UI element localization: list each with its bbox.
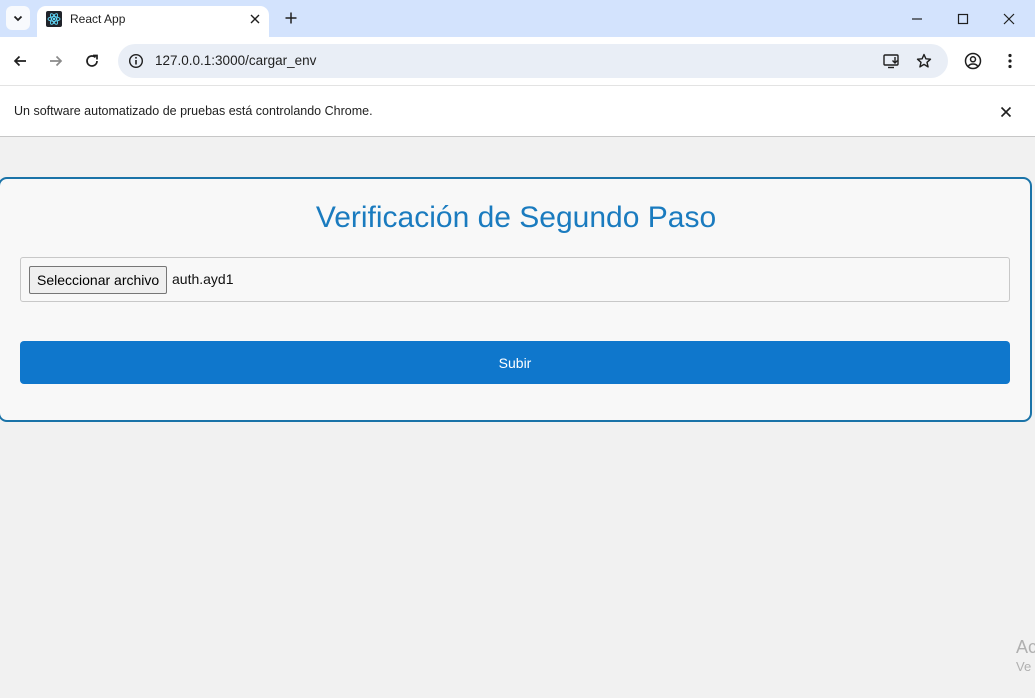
more-vertical-icon (1008, 53, 1012, 69)
site-info-button[interactable] (124, 49, 148, 73)
infobar-close-button[interactable] (996, 102, 1016, 122)
install-icon (883, 54, 899, 69)
minimize-icon (912, 17, 922, 20)
tab-title: React App (70, 12, 126, 26)
submit-button[interactable]: Subir (20, 341, 1010, 384)
file-input[interactable]: Seleccionar archivo auth.ayd1 (20, 257, 1010, 302)
menu-button[interactable] (996, 47, 1024, 75)
selected-file-name: auth.ayd1 (172, 271, 234, 287)
bookmark-button[interactable] (912, 49, 936, 73)
info-icon (128, 53, 144, 69)
verification-card: Verificación de Segundo Paso Seleccionar… (0, 177, 1032, 422)
maximize-icon (957, 13, 969, 24)
maximize-button[interactable] (940, 0, 986, 37)
close-icon (1000, 106, 1012, 118)
watermark-line-1: Ac (1016, 637, 1035, 657)
plus-icon (285, 12, 297, 24)
tab-strip: React App (0, 0, 1035, 37)
watermark-line-2: Ve (1016, 658, 1032, 674)
chevron-down-icon (13, 15, 23, 22)
install-app-button[interactable] (880, 49, 904, 73)
address-bar[interactable]: 127.0.0.1:3000/cargar_env (118, 44, 948, 78)
reload-icon (86, 54, 98, 67)
tab-search-button[interactable] (6, 6, 30, 30)
account-icon (964, 52, 982, 70)
arrow-left-icon (13, 55, 26, 67)
page-title: Verificación de Segundo Paso (315, 201, 717, 234)
windows-activation-watermark: Ac Ve (1016, 637, 1035, 674)
page-viewport: Verificación de Segundo Paso Seleccionar… (0, 137, 1035, 698)
reload-button[interactable] (78, 47, 106, 75)
tab-react-app[interactable]: React App (37, 6, 269, 37)
tab-close-button[interactable] (246, 10, 264, 28)
close-icon (1003, 13, 1015, 24)
minimize-button[interactable] (894, 0, 940, 37)
arrow-right-icon (50, 55, 63, 67)
profile-button[interactable] (959, 47, 987, 75)
browser-toolbar: 127.0.0.1:3000/cargar_env (0, 37, 1035, 85)
react-icon (46, 11, 62, 27)
star-icon (916, 53, 932, 68)
url-text: 127.0.0.1:3000/cargar_env (155, 53, 317, 68)
infobar-message: Un software automatizado de pruebas está… (14, 104, 373, 118)
select-file-button[interactable]: Seleccionar archivo (29, 266, 168, 294)
close-icon (250, 14, 260, 24)
forward-button[interactable] (42, 47, 70, 75)
new-tab-button[interactable] (280, 7, 302, 29)
automation-infobar: Un software automatizado de pruebas está… (0, 85, 1035, 137)
back-button[interactable] (6, 47, 34, 75)
window-close-button[interactable] (986, 0, 1032, 37)
